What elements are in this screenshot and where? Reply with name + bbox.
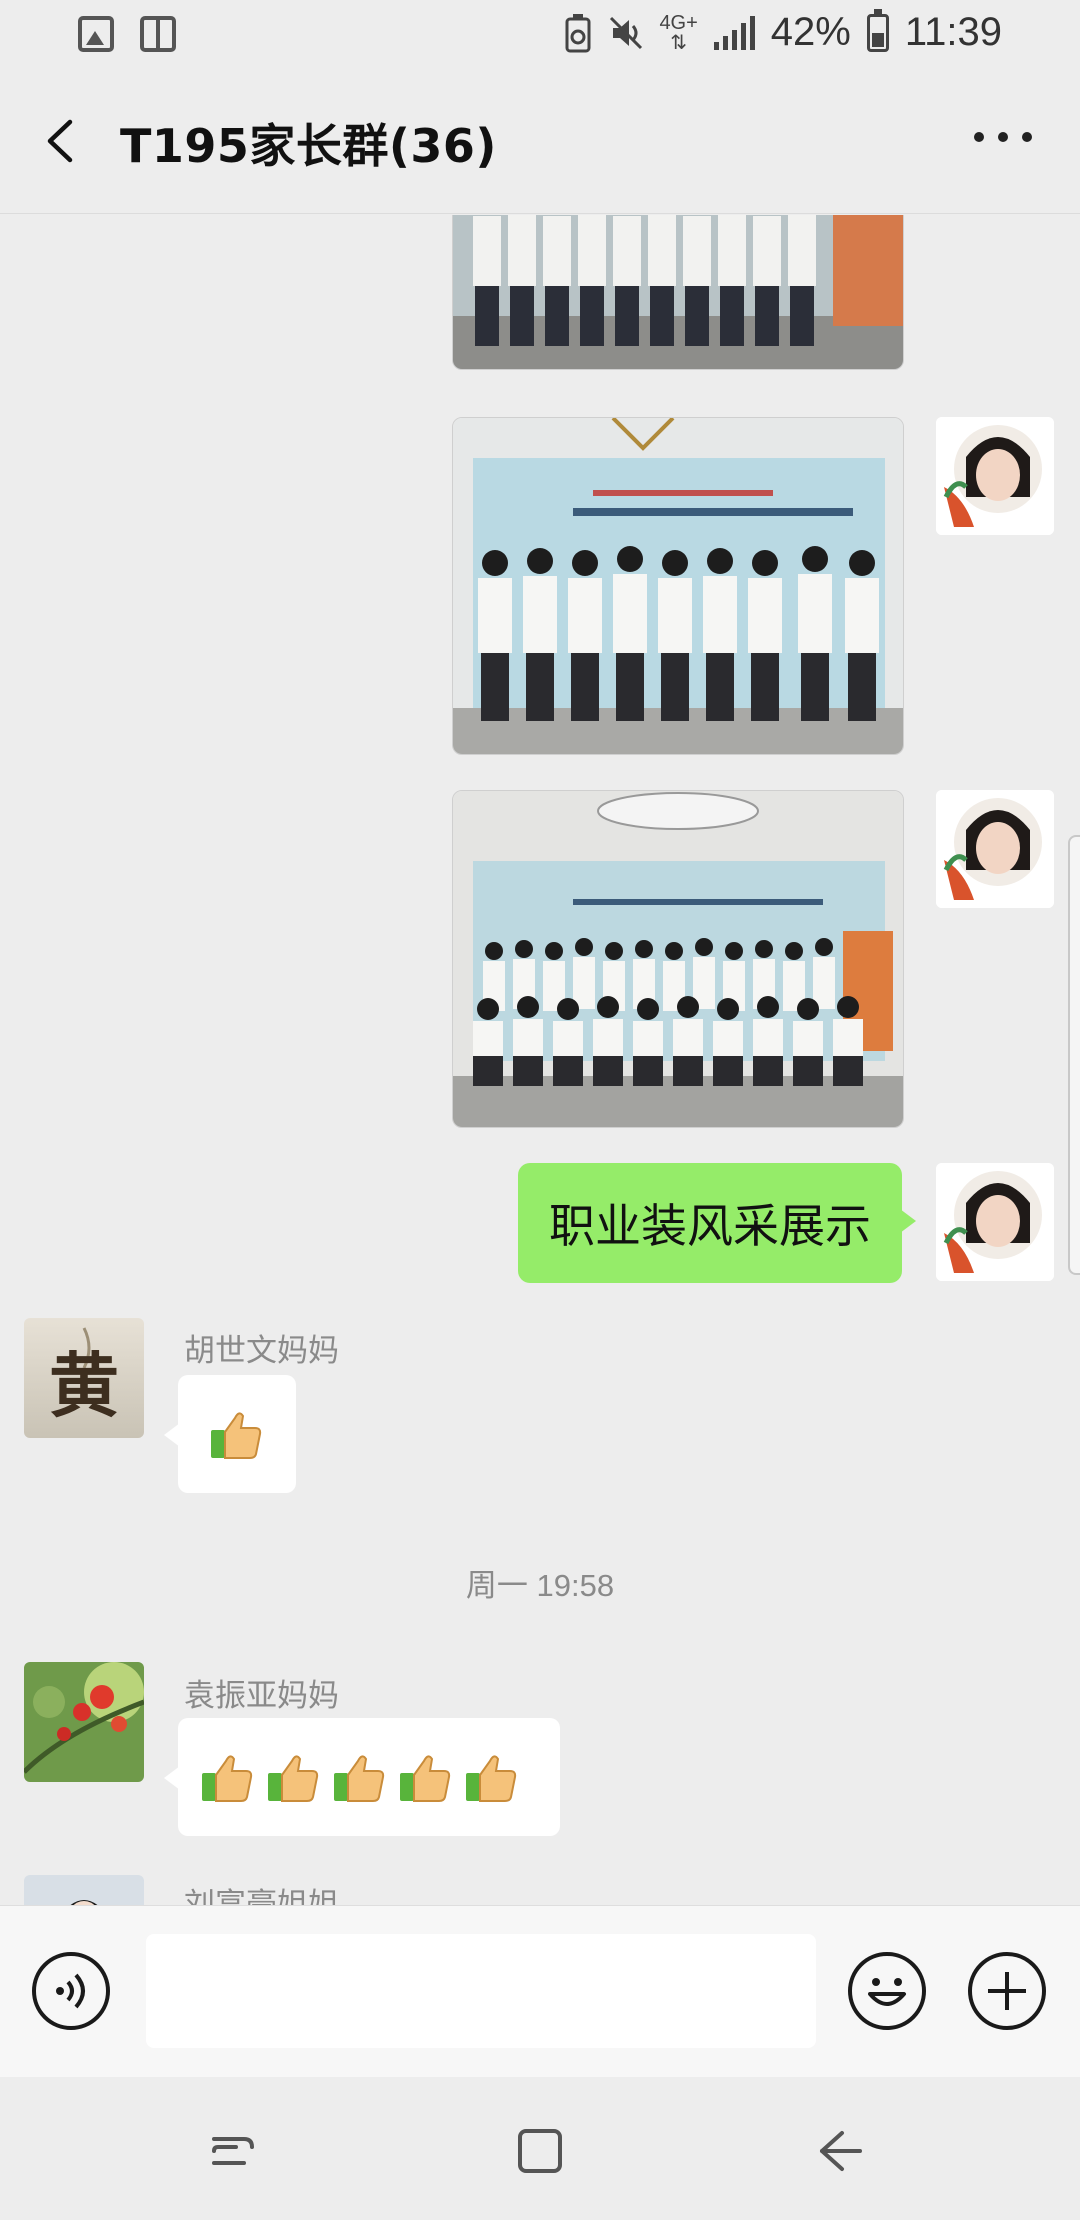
emoji-message-bubble[interactable]	[164, 1375, 296, 1493]
thumbs-up-icon	[334, 1755, 385, 1802]
battery-icon	[866, 8, 889, 52]
battery-percent: 42%	[770, 10, 851, 54]
emoji-message-bubble[interactable]	[164, 1718, 560, 1836]
home-icon[interactable]	[514, 2125, 566, 2177]
more-dots-icon[interactable]	[974, 132, 1032, 142]
system-nav-bar	[0, 2077, 1080, 2220]
smiley-icon	[868, 1978, 906, 2006]
sender-name: 袁振亚妈妈	[184, 1678, 339, 1714]
back-arrow-icon[interactable]	[814, 2125, 866, 2177]
avatar[interactable]	[936, 790, 1054, 908]
recycle-icon	[565, 13, 591, 52]
image-message[interactable]	[452, 790, 904, 1128]
avatar[interactable]	[936, 1163, 1054, 1281]
image-message[interactable]	[452, 417, 904, 755]
signal-icon	[713, 15, 755, 50]
network-type: 4G+ ⇅	[659, 13, 697, 53]
recent-apps-icon[interactable]	[208, 2125, 260, 2177]
plus-button[interactable]	[968, 1952, 1046, 2030]
avatar[interactable]	[24, 1875, 144, 1905]
avatar[interactable]	[24, 1662, 144, 1782]
status-right: 4G+ ⇅ 42% 11:39	[563, 8, 1002, 55]
svg-text:黄: 黄	[49, 1344, 119, 1427]
gallery-icon	[78, 16, 114, 52]
emoji-button[interactable]	[848, 1952, 926, 2030]
image-message[interactable]	[452, 215, 904, 370]
thumbs-up-icon	[466, 1755, 517, 1802]
sender-name: 刘富豪姐姐	[184, 1887, 339, 1905]
chat-title: T195家长群(36)	[120, 119, 497, 173]
clock: 11:39	[904, 10, 1002, 54]
status-left	[78, 16, 176, 52]
plus-icon	[988, 1972, 1026, 2010]
avatar[interactable]: 黄	[24, 1318, 144, 1438]
scrollbar-handle[interactable]	[1068, 835, 1080, 1275]
thumbs-up-icon	[400, 1755, 451, 1802]
text-message-bubble[interactable]: 职业装风采展示	[518, 1163, 916, 1283]
thumbs-up-icon	[202, 1755, 253, 1802]
mute-icon	[610, 16, 643, 49]
message-list[interactable]: 职业装风采展示 黄 胡世文妈妈 周一 19:58 袁振亚妈妈 刘富豪姐姐	[0, 215, 1080, 1905]
checklist-icon	[140, 16, 176, 52]
avatar[interactable]	[936, 417, 1054, 535]
message-input[interactable]	[146, 1934, 816, 2048]
thumbs-up-icon	[211, 1412, 262, 1459]
voice-icon	[56, 1973, 85, 2009]
thumbs-up-icon	[268, 1755, 319, 1802]
network-label: 4G+	[659, 11, 698, 34]
data-arrows-icon: ⇅	[670, 31, 687, 54]
voice-button[interactable]	[32, 1952, 110, 2030]
input-bar	[0, 1905, 1080, 2077]
status-bar: 4G+ ⇅ 42% 11:39	[0, 0, 1080, 72]
chat-header: T195家长群(36)	[0, 72, 1080, 214]
chat-screen: 4G+ ⇅ 42% 11:39 T195家长群(36) 职业装风采展示 黄 胡世…	[0, 0, 1080, 2220]
chevron-left-icon[interactable]	[40, 118, 86, 164]
time-divider: 周一 19:58	[465, 1568, 615, 1603]
message-text: 职业装风采展示	[549, 1199, 871, 1253]
sender-name: 胡世文妈妈	[184, 1333, 339, 1369]
